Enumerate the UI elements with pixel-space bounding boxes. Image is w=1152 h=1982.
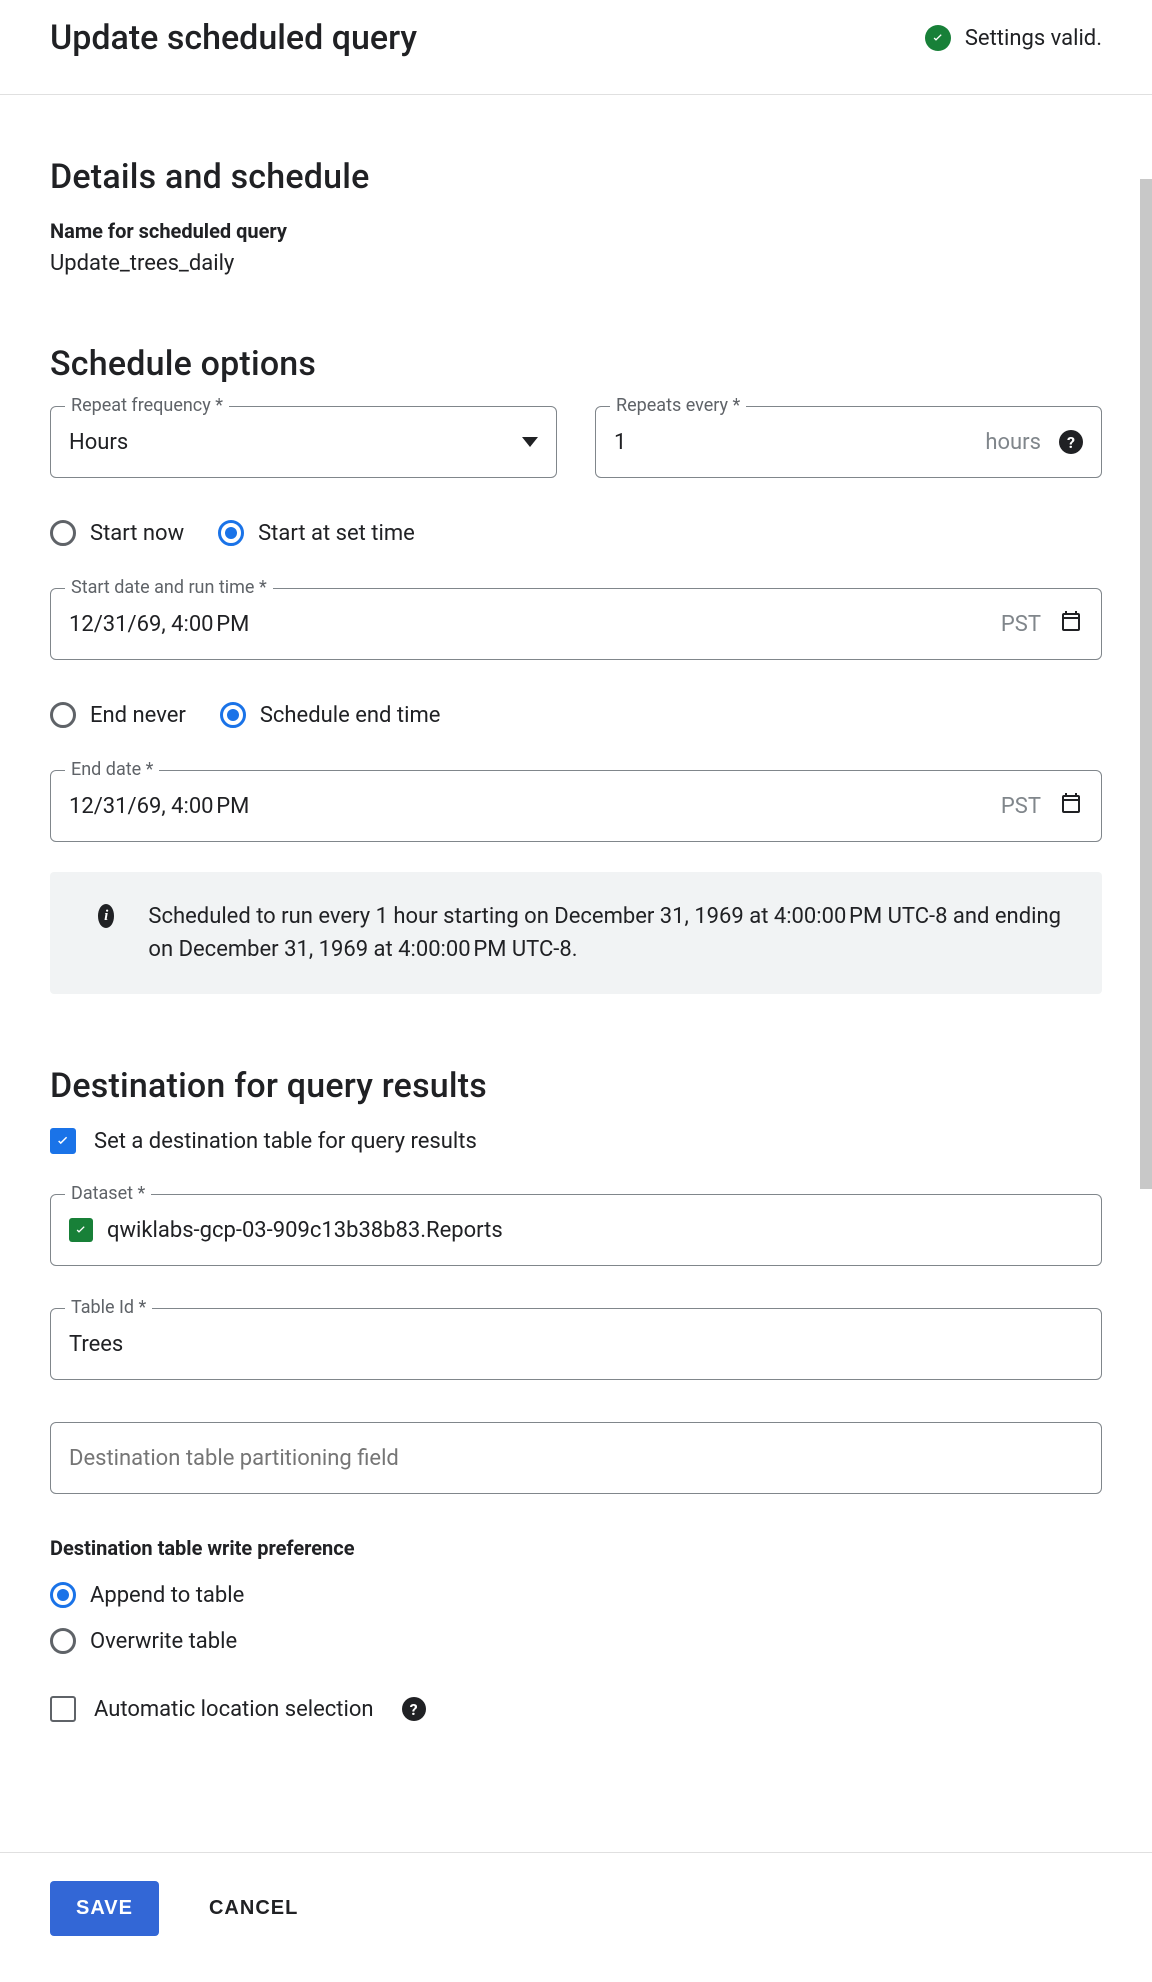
start-time-radio-group: Start now Start at set time — [50, 520, 1102, 546]
write-pref-label: Destination table write preference — [50, 1536, 1102, 1560]
partitioning-field[interactable] — [50, 1422, 1102, 1494]
end-never-radio[interactable]: End never — [50, 702, 186, 728]
calendar-icon[interactable] — [1059, 609, 1083, 639]
section-destination: Destination for query results — [50, 1066, 1102, 1106]
start-date-value: 12/31/69, 4:00 PM — [69, 612, 1001, 637]
repeat-frequency-value: Hours — [69, 430, 522, 455]
name-label: Name for scheduled query — [50, 219, 1102, 243]
form-body: Details and schedule Name for scheduled … — [0, 95, 1152, 1879]
help-icon[interactable]: ? — [1059, 430, 1083, 454]
timezone-text: PST — [1001, 612, 1041, 637]
cancel-button[interactable]: CANCEL — [209, 1897, 298, 1920]
start-now-radio[interactable]: Start now — [50, 520, 184, 546]
set-destination-checkbox-row[interactable]: Set a destination table for query result… — [50, 1128, 1102, 1154]
set-destination-label: Set a destination table for query result… — [94, 1129, 477, 1154]
dialog-header: Update scheduled query Settings valid. — [0, 0, 1152, 95]
dialog-footer: SAVE CANCEL — [0, 1852, 1152, 1982]
repeats-every-suffix: hours — [985, 430, 1041, 455]
calendar-icon[interactable] — [1059, 791, 1083, 821]
tableid-input[interactable] — [69, 1332, 1083, 1357]
schedule-summary-text: Scheduled to run every 1 hour starting o… — [148, 900, 1070, 966]
save-button[interactable]: SAVE — [50, 1881, 159, 1936]
section-details: Details and schedule — [50, 157, 1102, 197]
auto-location-label: Automatic location selection — [94, 1697, 374, 1722]
start-at-set-time-radio[interactable]: Start at set time — [218, 520, 415, 546]
schedule-summary-infobox: i Scheduled to run every 1 hour starting… — [50, 872, 1102, 994]
repeats-every-input[interactable] — [614, 430, 985, 455]
repeat-frequency-select[interactable]: Repeat frequency Hours — [50, 406, 557, 478]
section-schedule: Schedule options — [50, 344, 1102, 384]
settings-status: Settings valid. — [925, 25, 1102, 51]
overwrite-table-radio[interactable]: Overwrite table — [50, 1628, 1102, 1654]
start-date-field[interactable]: Start date and run time 12/31/69, 4:00 P… — [50, 588, 1102, 660]
repeats-every-field[interactable]: Repeats every hours ? — [595, 406, 1102, 478]
end-time-radio-group: End never Schedule end time — [50, 702, 1102, 728]
verified-icon — [69, 1218, 93, 1242]
name-value: Update_trees_daily — [50, 251, 1102, 276]
timezone-text: PST — [1001, 794, 1041, 819]
info-icon: i — [98, 904, 114, 928]
status-text: Settings valid. — [965, 26, 1102, 51]
help-icon[interactable]: ? — [402, 1697, 426, 1721]
auto-location-checkbox-row[interactable]: Automatic location selection ? — [50, 1696, 1102, 1722]
tableid-field[interactable]: Table Id — [50, 1308, 1102, 1380]
partitioning-input[interactable] — [69, 1446, 1083, 1471]
end-date-field[interactable]: End date 12/31/69, 4:00 PM PST — [50, 770, 1102, 842]
checkbox-checked-icon — [50, 1128, 76, 1154]
write-pref-radio-group: Append to table Overwrite table — [50, 1582, 1102, 1654]
append-to-table-radio[interactable]: Append to table — [50, 1582, 1102, 1608]
chevron-down-icon — [522, 437, 538, 447]
schedule-end-time-radio[interactable]: Schedule end time — [220, 702, 441, 728]
dataset-field[interactable]: Dataset qwiklabs-gcp-03-909c13b38b83.Rep… — [50, 1194, 1102, 1266]
dataset-value: qwiklabs-gcp-03-909c13b38b83.Reports — [107, 1218, 1083, 1243]
page-title: Update scheduled query — [50, 18, 417, 58]
checkbox-unchecked-icon — [50, 1696, 76, 1722]
check-circle-icon — [925, 25, 951, 51]
scrollbar-thumb[interactable] — [1140, 179, 1152, 1189]
end-date-value: 12/31/69, 4:00 PM — [69, 794, 1001, 819]
